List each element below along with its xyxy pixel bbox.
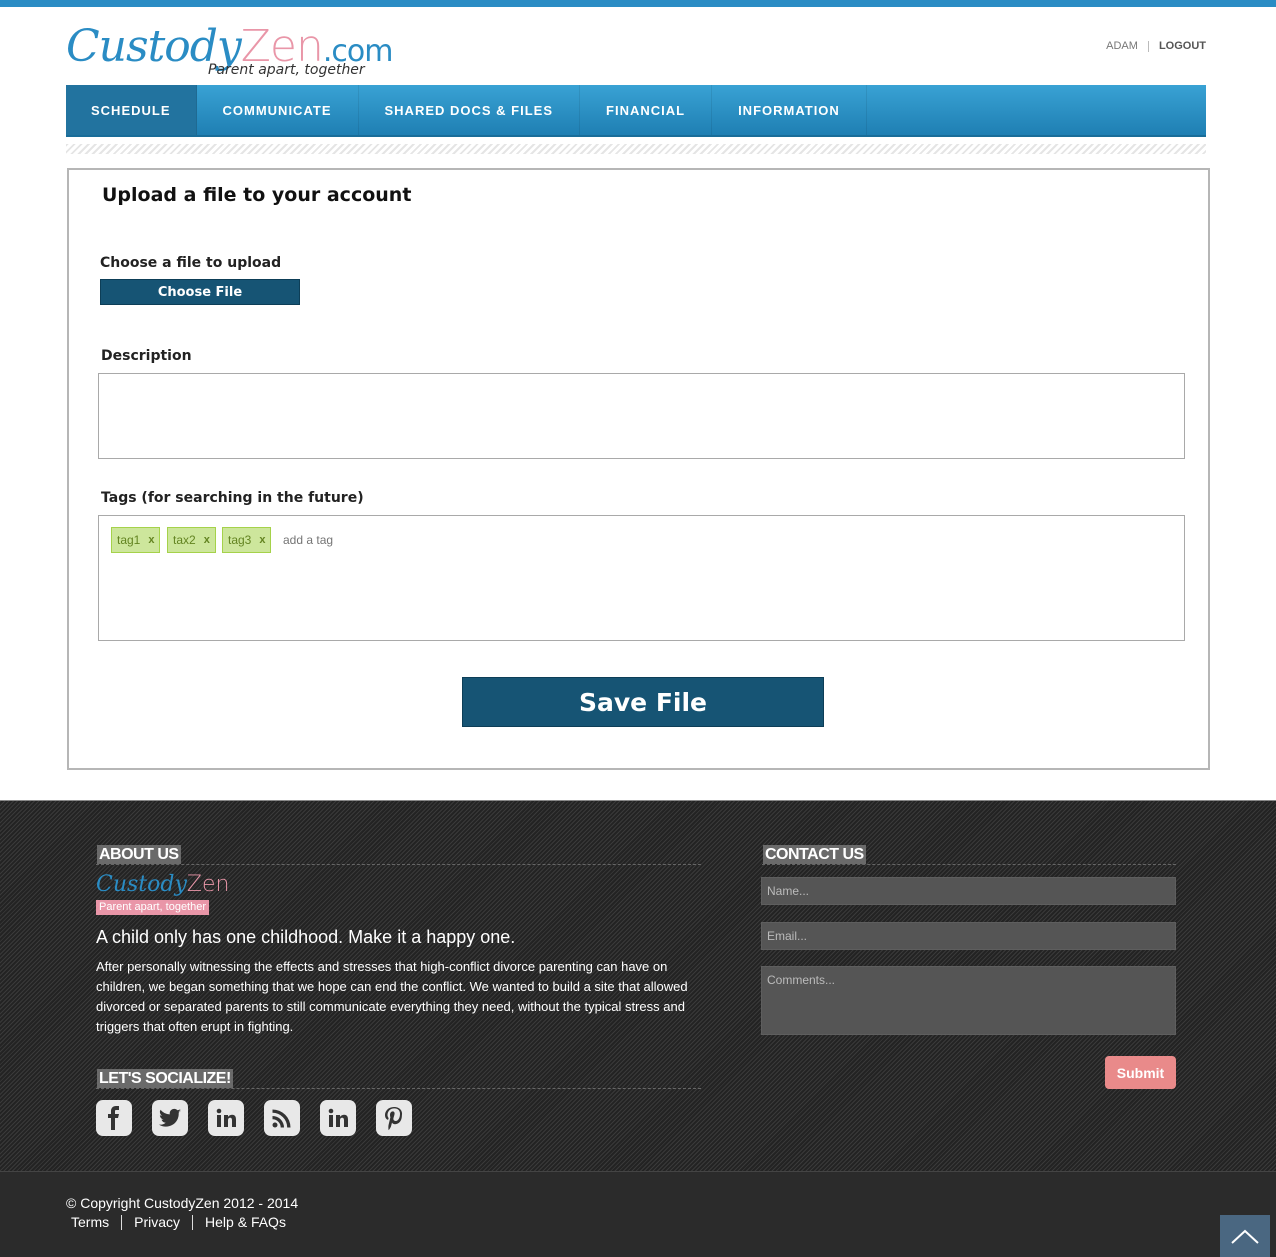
divider: [96, 1088, 701, 1089]
social-title: LET'S SOCIALIZE!: [97, 1069, 233, 1088]
terms-link[interactable]: Terms: [71, 1215, 123, 1230]
logo[interactable]: CustodyZen.com Parent apart, together: [66, 22, 393, 84]
file-label: Choose a file to upload: [100, 255, 282, 271]
social-icons: [96, 1100, 412, 1136]
tag-chip: tax2 x: [167, 527, 216, 553]
divider: [762, 864, 1176, 865]
footer-links: Terms Privacy Help & FAQs: [71, 1215, 310, 1230]
contact-title: CONTACT US: [763, 845, 866, 864]
tags-label: Tags (for searching in the future): [101, 490, 364, 506]
contact-submit-button[interactable]: Submit: [1105, 1056, 1176, 1089]
pinterest-icon[interactable]: [376, 1100, 412, 1136]
page-title: Upload a file to your account: [102, 184, 412, 206]
remove-tag-icon[interactable]: x: [148, 534, 154, 546]
contact-email-input[interactable]: Email...: [761, 922, 1176, 950]
motto: A child only has one childhood. Make it …: [96, 927, 516, 947]
about-title: ABOUT US: [97, 845, 181, 864]
main-nav: SCHEDULE COMMUNICATE SHARED DOCS & FILES…: [66, 85, 1206, 137]
add-tag-input[interactable]: [283, 533, 403, 547]
upload-form-panel: Upload a file to your account Choose a f…: [67, 168, 1210, 770]
description-label: Description: [101, 348, 192, 364]
remove-tag-icon[interactable]: x: [259, 534, 265, 546]
chevron-up-icon: [1231, 1229, 1259, 1244]
tag-label: tax2: [173, 533, 196, 547]
help-faqs-link[interactable]: Help & FAQs: [205, 1215, 298, 1230]
description-textarea[interactable]: [98, 373, 1185, 459]
footer: ABOUT US CustodyZen Parent apart, togeth…: [0, 800, 1276, 1171]
copyright: © Copyright CustodyZen 2012 - 2014: [66, 1195, 299, 1211]
twitter-icon[interactable]: [152, 1100, 188, 1136]
privacy-link[interactable]: Privacy: [134, 1215, 194, 1230]
divider: [1147, 40, 1149, 52]
nav-item-schedule[interactable]: SCHEDULE: [66, 85, 197, 135]
logo-tagline: Parent apart, together: [208, 62, 365, 78]
tag-chip: tag3 x: [222, 527, 272, 553]
nav-item-financial[interactable]: FINANCIAL: [580, 85, 713, 135]
about-text: After personally witnessing the effects …: [96, 959, 688, 1034]
tag-label: tag3: [228, 533, 252, 547]
user-links: ADAM LOGOUT: [1106, 40, 1206, 52]
linkedin-icon[interactable]: [320, 1100, 356, 1136]
tag-label: tag1: [117, 533, 141, 547]
logout-link[interactable]: LOGOUT: [1159, 40, 1206, 52]
divider: [96, 864, 701, 865]
footer-logo-tagline: Parent apart, together: [96, 900, 210, 915]
hatched-divider: [66, 144, 1206, 154]
scroll-to-top-button[interactable]: [1220, 1215, 1270, 1257]
footer-logo-wordmark: CustodyZen: [96, 872, 230, 897]
remove-tag-icon[interactable]: x: [204, 534, 210, 546]
username-link[interactable]: ADAM: [1106, 40, 1138, 52]
save-file-button[interactable]: Save File: [462, 677, 824, 727]
nav-item-shared-docs[interactable]: SHARED DOCS & FILES: [359, 85, 581, 135]
nav-item-information[interactable]: INFORMATION: [712, 85, 867, 135]
linkedin-icon[interactable]: [208, 1100, 244, 1136]
bottom-bar: © Copyright CustodyZen 2012 - 2014 Terms…: [0, 1171, 1276, 1257]
top-accent-bar: [0, 0, 1276, 7]
nav-item-communicate[interactable]: COMMUNICATE: [197, 85, 359, 135]
contact-comments-textarea[interactable]: Comments...: [761, 966, 1176, 1035]
tags-input[interactable]: tag1 x tax2 x tag3 x: [98, 515, 1185, 641]
contact-name-input[interactable]: Name...: [761, 877, 1176, 905]
facebook-icon[interactable]: [96, 1100, 132, 1136]
choose-file-button[interactable]: Choose File: [100, 279, 300, 305]
rss-icon[interactable]: [264, 1100, 300, 1136]
tag-chip: tag1 x: [111, 527, 161, 553]
footer-logo: CustodyZen Parent apart, together: [96, 872, 229, 916]
